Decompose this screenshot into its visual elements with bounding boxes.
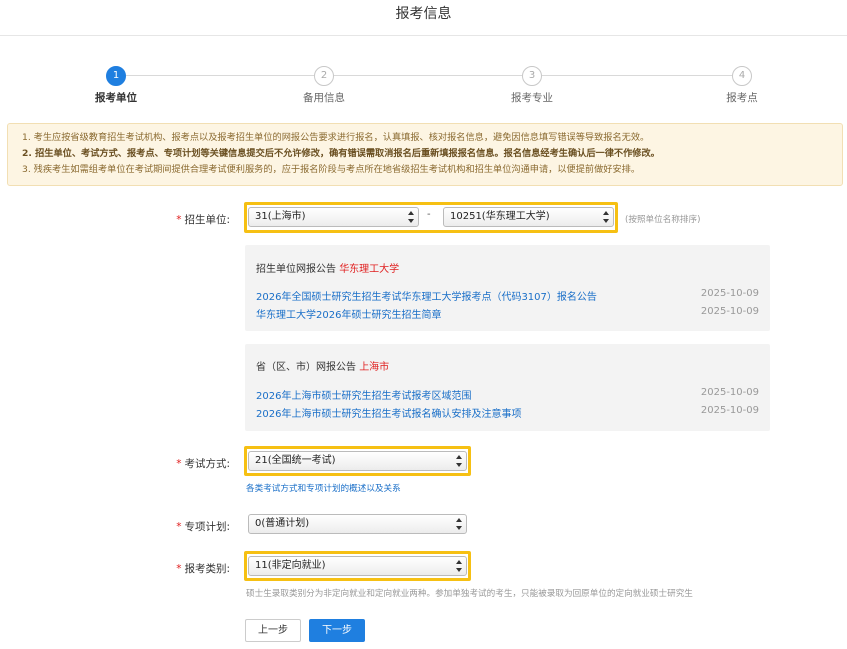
unit-separator: - <box>427 209 431 220</box>
step-label: 报考专业 <box>511 92 553 104</box>
select-arrows-icon <box>456 455 462 467</box>
notice-box: 1. 考生应按省级教育招生考试机构、报考点以及报考招生单位的网报公告要求进行报名… <box>7 123 843 186</box>
select-arrows-icon <box>456 518 462 530</box>
exam-select[interactable]: 21(全国统一考试) <box>248 451 467 471</box>
notice-line: 3. 残疾考生如需组考单位在考试期间提供合理考试便利服务的，应于报名阶段与考点所… <box>22 164 641 175</box>
step-number: 4 <box>732 66 752 86</box>
notice-link-item[interactable]: 2026年全国硕士研究生招生考试华东理工大学报考点（代码3107）报名公告 202… <box>256 288 759 303</box>
step-number: 1 <box>106 66 126 86</box>
sort-hint: (按照单位名称排序) <box>625 215 701 225</box>
school-notice-panel: 招生单位网报公告 华东理工大学 2026年全国硕士研究生招生考试华东理工大学报考… <box>245 245 770 331</box>
exam-overview-link[interactable]: 各类考试方式和专项计划的概述以及关系 <box>246 482 401 494</box>
province-notice-panel: 省（区、市）网报公告 上海市 2026年上海市硕士研究生招生考试报考区域范围 20… <box>245 344 770 431</box>
select-arrows-icon <box>408 211 414 223</box>
plan-select[interactable]: 0(普通计划) <box>248 514 467 534</box>
prev-button[interactable]: 上一步 <box>245 619 301 642</box>
step-number: 2 <box>314 66 334 86</box>
step-indicator: 1 报考单位 2 备用信息 3 报考专业 4 报考点 <box>0 64 847 108</box>
step-unit: 1 报考单位 <box>76 66 156 105</box>
category-select[interactable]: 11(非定向就业) <box>248 556 467 576</box>
select-arrows-icon <box>603 211 609 223</box>
step-label: 备用信息 <box>303 92 345 104</box>
notice-link-item[interactable]: 华东理工大学2026年硕士研究生招生简章 2025-10-09 <box>256 306 759 321</box>
select-arrows-icon <box>456 560 462 572</box>
category-hint: 硕士生录取类别分为非定向就业和定向就业两种。参加单独考试的考生，只能被录取为回原… <box>246 589 693 599</box>
step-site: 4 报考点 <box>702 66 782 105</box>
unit-label: * 招生单位: <box>176 214 230 226</box>
school-panel-title: 招生单位网报公告 华东理工大学 <box>256 264 400 275</box>
notice-link-item[interactable]: 2026年上海市硕士研究生招生考试报考区域范围 2025-10-09 <box>256 387 759 402</box>
province-panel-title: 省（区、市）网报公告 上海市 <box>256 362 390 373</box>
page-title: 报考信息 <box>0 0 847 36</box>
step-number: 3 <box>522 66 542 86</box>
exam-label: * 考试方式: <box>176 458 230 470</box>
step-major: 3 报考专业 <box>492 66 572 105</box>
school-select[interactable]: 10251(华东理工大学) <box>443 207 614 227</box>
step-backup: 2 备用信息 <box>284 66 364 105</box>
step-label: 报考点 <box>726 92 758 104</box>
notice-line: 2. 招生单位、考试方式、报考点、专项计划等关键信息提交后不允许修改，确有错误需… <box>22 148 660 159</box>
notice-line: 1. 考生应按省级教育招生考试机构、报考点以及报考招生单位的网报公告要求进行报名… <box>22 132 650 143</box>
province-select[interactable]: 31(上海市) <box>248 207 419 227</box>
step-label: 报考单位 <box>95 92 137 104</box>
category-label: * 报考类别: <box>176 563 230 575</box>
notice-link-item[interactable]: 2026年上海市硕士研究生招生考试报名确认安排及注意事项 2025-10-09 <box>256 405 759 420</box>
plan-label: * 专项计划: <box>176 521 230 533</box>
next-button[interactable]: 下一步 <box>309 619 365 642</box>
